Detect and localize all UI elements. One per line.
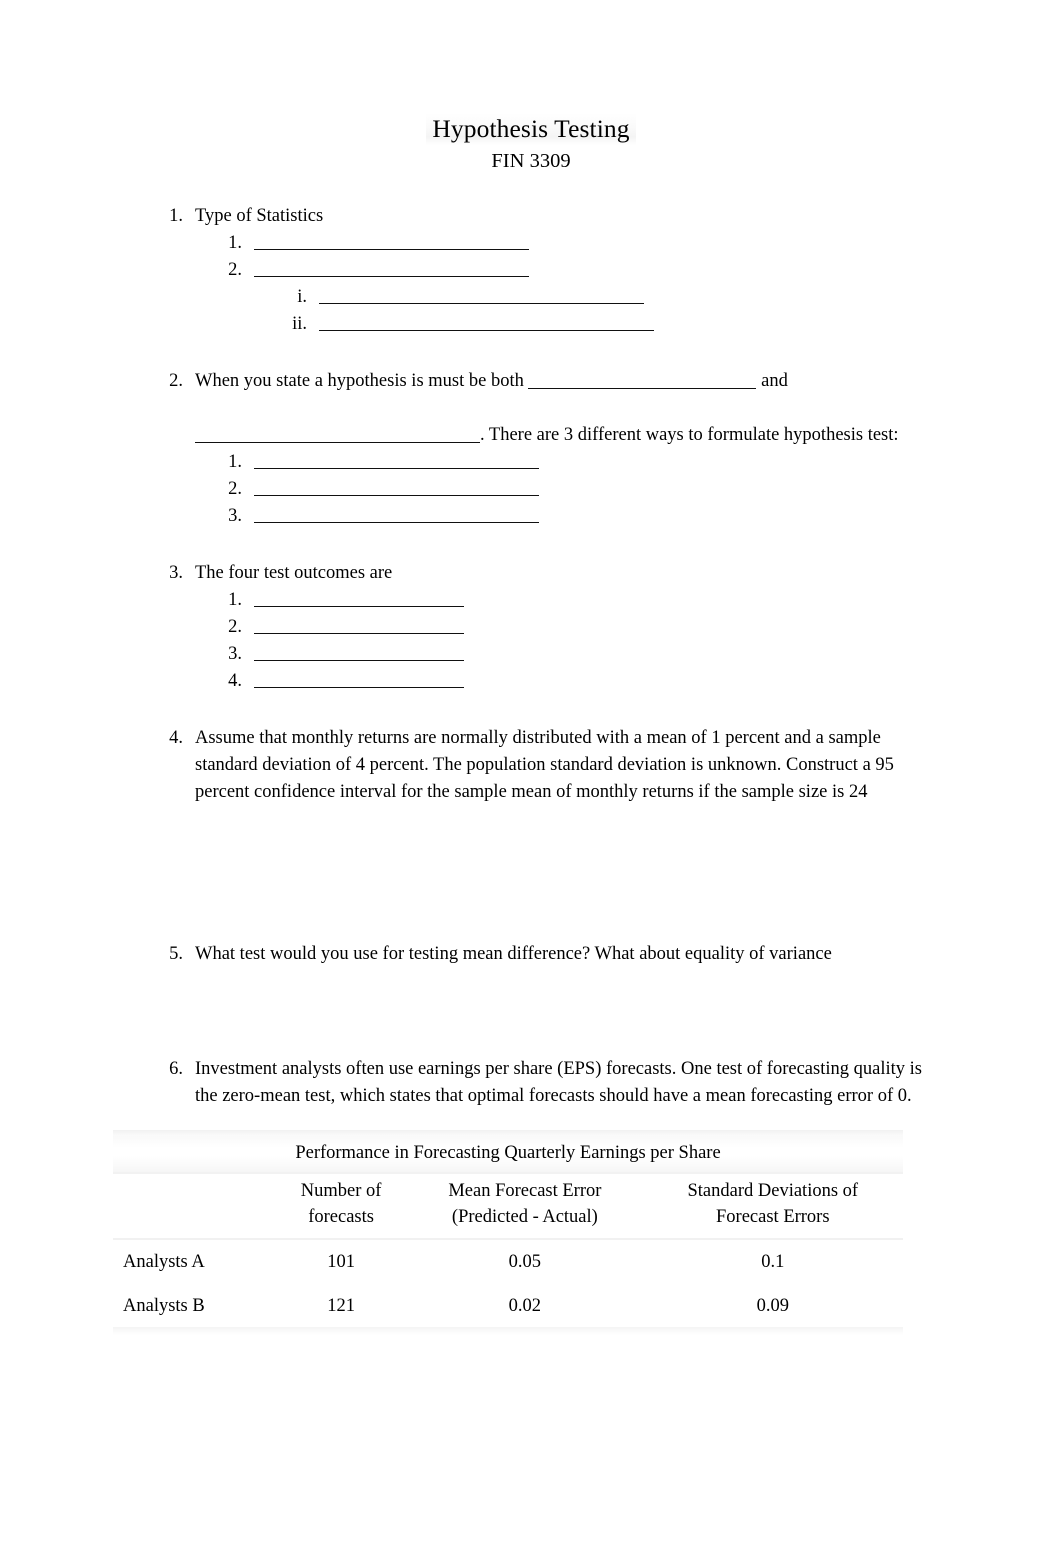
question-item-1: 1. Type of Statistics 1. 2. i. ii.	[0, 203, 1062, 338]
question-number-2: 2.	[169, 371, 183, 391]
sub-number: 2.	[228, 260, 242, 280]
cell-mean-forecast-error: 0.05	[508, 1252, 542, 1272]
answer-blank[interactable]	[254, 587, 464, 607]
question-1-subsublist: i. ii.	[0, 284, 1062, 338]
row-label: Analysts A	[123, 1252, 205, 1272]
table-header-mean-forecast-error: Mean Forecast Error (Predicted - Actual)	[407, 1174, 643, 1240]
question-2-line1-before: When you state a hypothesis is must be b…	[195, 371, 524, 391]
sub-number: 4.	[228, 671, 242, 691]
header-line-1: Standard Deviations of	[687, 1181, 859, 1201]
answer-blank[interactable]	[254, 641, 464, 661]
question-text-4: Assume that monthly returns are normally…	[195, 728, 894, 802]
table-body: Analysts A 101 0.05 0.1 Analysts B 121 0…	[113, 1239, 903, 1331]
question-item-2: 2. When you state a hypothesis is must b…	[0, 368, 1062, 530]
question-3-sub-1: 1.	[0, 587, 1062, 614]
answer-blank-inline[interactable]	[528, 372, 757, 389]
question-text-5: What test would you use for testing mean…	[195, 944, 832, 964]
question-3-sub-2: 2.	[0, 614, 1062, 641]
answer-blank[interactable]	[254, 668, 464, 688]
sub-number: 1.	[228, 452, 242, 472]
table-header-row: Number of forecasts Mean Forecast Error …	[113, 1174, 903, 1240]
sub-number: 1.	[228, 233, 242, 253]
cell-mean-forecast-error: 0.02	[407, 1284, 643, 1331]
answer-blank[interactable]	[254, 614, 464, 634]
question-2-sublist: 1. 2. 3.	[0, 449, 1062, 530]
question-2-sub-3: 3.	[0, 503, 1062, 530]
question-1-sub-2: 2.	[0, 257, 1062, 284]
header-line-2: forecasts	[308, 1207, 374, 1227]
question-number-5: 5.	[169, 944, 183, 964]
question-number-1: 1.	[169, 206, 183, 226]
answer-blank[interactable]	[254, 257, 529, 277]
sub-number: 3.	[228, 506, 242, 526]
question-text-2: When you state a hypothesis is must be b…	[195, 368, 899, 449]
question-item-6: 6. Investment analysts often use earning…	[0, 1056, 1062, 1110]
question-1-subsub-i: i.	[0, 284, 1062, 311]
question-1-sub-1: 1.	[0, 230, 1062, 257]
header-line-1: Number of	[300, 1181, 382, 1201]
question-1-sublist: 1. 2.	[0, 230, 1062, 284]
header-line-1: Mean Forecast Error	[448, 1181, 602, 1201]
question-list: 1. Type of Statistics 1. 2. i. ii. 2. Wh…	[0, 203, 1062, 1110]
answer-blank[interactable]	[254, 230, 529, 250]
sub-number: 3.	[228, 644, 242, 664]
question-item-5: 5. What test would you use for testing m…	[0, 941, 1062, 968]
page-subtitle: FIN 3309	[491, 150, 571, 172]
question-number-3: 3.	[169, 563, 183, 583]
question-3-sub-4: 4.	[0, 668, 1062, 695]
answer-blank[interactable]	[319, 284, 644, 304]
header-line-2: Forecast Errors	[716, 1207, 830, 1227]
question-2-sub-2: 2.	[0, 476, 1062, 503]
cell-number-of-forecasts: 101	[327, 1252, 355, 1272]
subsub-number: ii.	[292, 314, 307, 334]
answer-blank[interactable]	[254, 503, 539, 523]
row-label: Analysts B	[113, 1284, 275, 1331]
subsub-number: i.	[297, 287, 307, 307]
answer-blank[interactable]	[254, 476, 539, 496]
performance-table-wrapper: Performance in Forecasting Quarterly Ear…	[113, 1130, 903, 1335]
cell-std-dev-forecast-errors: 0.1	[761, 1252, 785, 1272]
question-text-3: The four test outcomes are	[195, 563, 393, 583]
question-text-1: Type of Statistics	[195, 206, 324, 226]
question-2-line1-after: and	[761, 371, 788, 391]
answer-blank[interactable]	[254, 449, 539, 469]
table-header-std-dev-forecast-errors: Standard Deviations of Forecast Errors	[642, 1174, 903, 1240]
header-line-2: (Predicted - Actual)	[451, 1207, 598, 1227]
table-header-number-of-forecasts: Number of forecasts	[275, 1174, 408, 1240]
cell-std-dev-forecast-errors: 0.09	[642, 1284, 903, 1331]
question-text-6: Investment analysts often use earnings p…	[195, 1059, 922, 1106]
question-1-subsub-ii: ii.	[0, 311, 1062, 338]
table-header-rowlabel	[113, 1174, 275, 1240]
document-header: Hypothesis Testing FIN 3309	[0, 0, 1062, 175]
question-number-4: 4.	[169, 728, 183, 748]
table-row: Analysts A 101 0.05 0.1	[113, 1239, 903, 1284]
question-3-sub-3: 3.	[0, 641, 1062, 668]
question-number-6: 6.	[169, 1059, 183, 1079]
question-2-sub-1: 1.	[0, 449, 1062, 476]
answer-blank-inline[interactable]	[195, 426, 480, 443]
table-row: Analysts B 121 0.02 0.09	[113, 1284, 903, 1331]
performance-table: Performance in Forecasting Quarterly Ear…	[113, 1130, 903, 1331]
cell-number-of-forecasts: 121	[275, 1284, 408, 1331]
sub-number: 2.	[228, 617, 242, 637]
question-2-line2-after: . There are 3 different ways to formulat…	[480, 425, 899, 445]
table-caption: Performance in Forecasting Quarterly Ear…	[113, 1130, 903, 1174]
answer-blank[interactable]	[319, 311, 654, 331]
question-item-3: 3. The four test outcomes are 1. 2. 3. 4…	[0, 560, 1062, 695]
question-item-4: 4. Assume that monthly returns are norma…	[0, 725, 1062, 806]
sub-number: 1.	[228, 590, 242, 610]
document-page: Hypothesis Testing FIN 3309 1. Type of S…	[0, 0, 1062, 1561]
table-header: Number of forecasts Mean Forecast Error …	[113, 1174, 903, 1240]
question-3-sublist: 1. 2. 3. 4.	[0, 587, 1062, 695]
page-title: Hypothesis Testing	[426, 113, 636, 145]
sub-number: 2.	[228, 479, 242, 499]
